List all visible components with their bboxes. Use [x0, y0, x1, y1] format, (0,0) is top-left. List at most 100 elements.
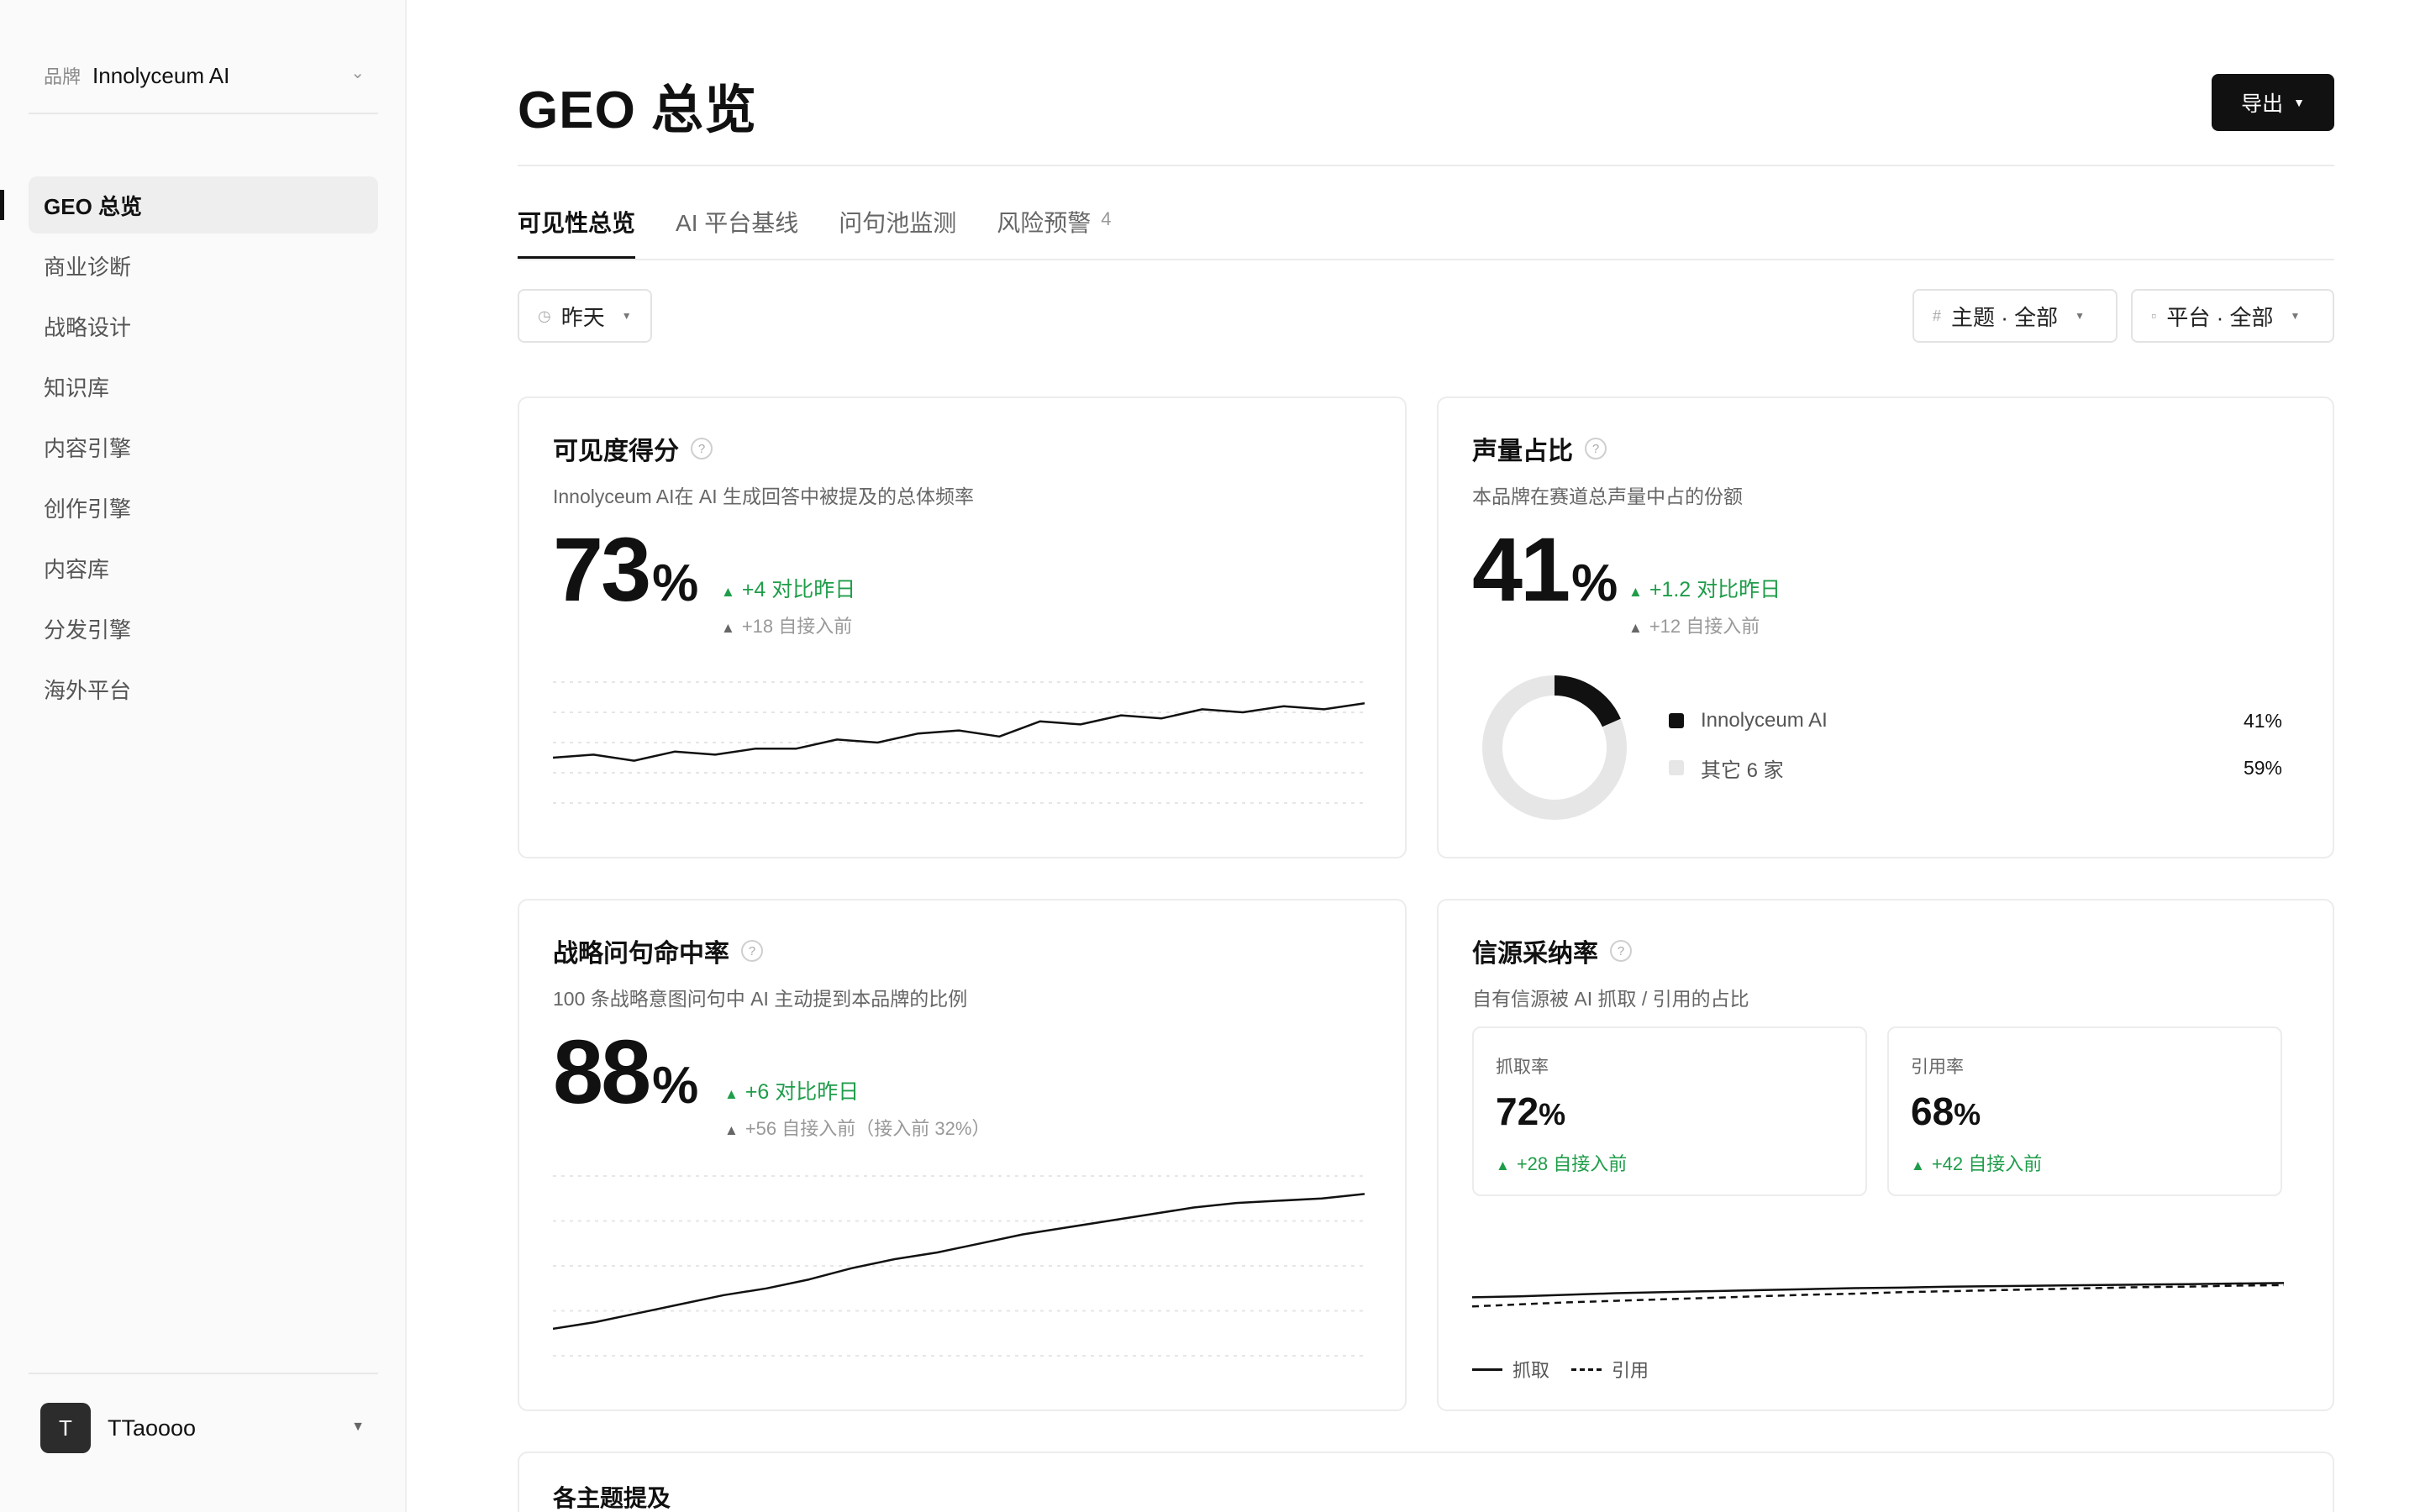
tab-label: 可见性总览	[518, 210, 636, 236]
up-arrow-icon: ▲	[724, 1122, 739, 1138]
sidebar-nav: GEO 总览 商业诊断 战略设计 知识库 内容引擎 创作引擎 内容库 分发引擎 …	[0, 176, 378, 721]
delta-text: +18 自接入前	[741, 616, 853, 637]
sidebar-item-label: 创作引擎	[44, 496, 132, 522]
value-unit: %	[1539, 1097, 1566, 1131]
help-icon[interactable]: ?	[741, 940, 763, 962]
sidebar-item-label: GEO 总览	[44, 193, 143, 219]
hit-rate-trend-chart	[553, 1175, 1365, 1357]
topic-mentions-card: 各主题提及	[518, 1452, 2334, 1512]
clock-icon: ◷	[538, 307, 551, 324]
card-description: 100 条战略意图问句中 AI 主动提到本品牌的比例	[553, 988, 968, 1010]
source-adoption-card: 信源采纳率 ? 自有信源被 AI 抓取 / 引用的占比 抓取率 72% ▲ +28…	[1437, 899, 2334, 1411]
brand-selector[interactable]: 品牌 Innolyceum AI ⌄	[29, 39, 378, 114]
share-of-voice-value: 41%	[1472, 524, 1618, 615]
platform-filter-label: 平台 · 全部	[2166, 304, 2274, 330]
value-unit: %	[652, 554, 699, 612]
user-menu[interactable]: T TTaoooo ▼	[29, 1373, 378, 1482]
delta-text: +28 自接入前	[1516, 1153, 1628, 1174]
platform-filter[interactable]: ▫ 平台 · 全部 ▼	[2131, 289, 2334, 343]
delta-vs-yesterday: ▲ +6 对比昨日	[724, 1075, 859, 1105]
legend-item-others: 其它 6 家 59%	[1669, 751, 2282, 785]
delta-since-onboarding: ▲ +18 自接入前	[721, 612, 852, 638]
sidebar-item-label: 知识库	[44, 375, 110, 401]
share-donut-chart	[1482, 675, 1627, 820]
value-unit: %	[652, 1057, 699, 1115]
sidebar-item-business-diagnosis[interactable]: 商业诊断	[29, 237, 378, 294]
sidebar-item-overseas-platform[interactable]: 海外平台	[29, 660, 378, 717]
value-number: 73	[553, 518, 651, 620]
delta-text: +12 自接入前	[1649, 616, 1760, 637]
caret-down-icon: ▼	[2075, 310, 2086, 322]
hit-rate-value: 88%	[553, 1026, 698, 1117]
tab-label: 问句池监测	[839, 210, 957, 236]
sidebar-item-label: 内容库	[44, 556, 110, 582]
sidebar-item-label: 战略设计	[44, 314, 132, 340]
sidebar-item-content-library[interactable]: 内容库	[29, 539, 378, 596]
platform-icon: ▫	[2151, 307, 2157, 324]
delta-vs-yesterday: ▲ +4 对比昨日	[721, 573, 855, 603]
chart-legend: 抓取 引用	[1472, 1356, 1649, 1383]
card-description: Innolyceum AI在 AI 生成回答中被提及的总体频率	[553, 486, 974, 507]
delta-since-onboarding: ▲ +42 自接入前	[1911, 1149, 2042, 1176]
cite-rate-subcard: 引用率 68% ▲ +42 自接入前	[1887, 1026, 2282, 1196]
card-title: 信源采纳率 ?	[1472, 932, 1632, 969]
card-title: 可见度得分 ?	[553, 430, 713, 467]
dashed-line-swatch	[1571, 1368, 1602, 1371]
legend-label: 引用	[1612, 1360, 1649, 1381]
value-unit: %	[1954, 1097, 1981, 1131]
tab-visibility-overview[interactable]: 可见性总览	[518, 198, 636, 260]
sidebar-item-creation-engine[interactable]: 创作引擎	[29, 479, 378, 536]
tab-count-badge: 4	[1101, 208, 1112, 229]
up-arrow-icon: ▲	[1911, 1158, 1925, 1173]
delta-since-onboarding: ▲ +56 自接入前（接入前 32%）	[724, 1114, 990, 1141]
up-arrow-icon: ▲	[721, 620, 735, 636]
topic-filter[interactable]: # 主题 · 全部 ▼	[1912, 289, 2118, 343]
card-title-text: 信源采纳率	[1472, 940, 1598, 968]
tab-risk-alerts[interactable]: 风险预警 4	[997, 198, 1111, 260]
legend-label: 抓取	[1512, 1360, 1550, 1381]
caret-down-icon: ▼	[351, 1420, 365, 1434]
source-adoption-trend-chart	[1472, 1282, 2284, 1308]
caret-down-icon: ▼	[2290, 310, 2301, 322]
sidebar-item-knowledge-base[interactable]: 知识库	[29, 358, 378, 415]
sidebar-item-label: 分发引擎	[44, 617, 132, 643]
hit-rate-card: 战略问句命中率 ? 100 条战略意图问句中 AI 主动提到本品牌的比例 88%…	[518, 899, 1407, 1411]
delta-text: +56 自接入前（接入前 32%）	[744, 1118, 991, 1139]
legend-item-brand: Innolyceum AI 41%	[1669, 704, 2282, 738]
sidebar-item-label: 海外平台	[44, 677, 132, 703]
sidebar-item-content-engine[interactable]: 内容引擎	[29, 418, 378, 475]
visibility-score-card: 可见度得分 ? Innolyceum AI在 AI 生成回答中被提及的总体频率 …	[518, 396, 1407, 858]
delta-text: +4 对比昨日	[741, 578, 856, 601]
value-number: 41	[1472, 518, 1570, 620]
sidebar-item-label: 内容引擎	[44, 435, 132, 461]
value-unit: %	[1571, 554, 1618, 612]
card-title-text: 战略问句命中率	[553, 940, 729, 968]
sidebar-item-geo-overview[interactable]: GEO 总览	[0, 176, 378, 234]
value-number: 68	[1911, 1089, 1954, 1133]
date-filter[interactable]: ◷ 昨天 ▼	[518, 289, 652, 343]
delta-vs-yesterday: ▲ +1.2 对比昨日	[1628, 573, 1781, 603]
legend-label: 其它 6 家	[1701, 759, 1784, 782]
help-icon[interactable]: ?	[1610, 940, 1632, 962]
sidebar-item-distribution-engine[interactable]: 分发引擎	[29, 600, 378, 657]
tab-query-pool-monitor[interactable]: 问句池监测	[839, 198, 956, 260]
up-arrow-icon: ▲	[721, 584, 735, 600]
export-button[interactable]: 导出 ▼	[2212, 74, 2334, 131]
brand-name: Innolyceum AI	[92, 62, 230, 88]
help-icon[interactable]: ?	[691, 438, 713, 459]
sidebar-item-strategy-design[interactable]: 战略设计	[29, 297, 378, 354]
visibility-score-value: 73%	[553, 524, 698, 615]
value-number: 88	[553, 1021, 651, 1122]
delta-text: +1.2 对比昨日	[1649, 578, 1781, 601]
cite-rate-value: 68%	[1911, 1089, 1981, 1134]
card-title: 各主题提及	[553, 1485, 671, 1511]
help-icon[interactable]: ?	[1585, 438, 1607, 459]
card-description: 本品牌在赛道总声量中占的份额	[1472, 486, 1743, 507]
chevron-down-icon: ⌄	[350, 64, 365, 82]
card-title-text: 可见度得分	[553, 438, 679, 465]
tab-ai-platform-baseline[interactable]: AI 平台基线	[676, 198, 798, 260]
delta-text: +6 对比昨日	[744, 1080, 860, 1104]
sidebar: 品牌 Innolyceum AI ⌄ GEO 总览 商业诊断 战略设计 知识库 …	[0, 0, 407, 1512]
visibility-trend-chart	[553, 681, 1365, 804]
tab-label: AI 平台基线	[676, 210, 799, 236]
